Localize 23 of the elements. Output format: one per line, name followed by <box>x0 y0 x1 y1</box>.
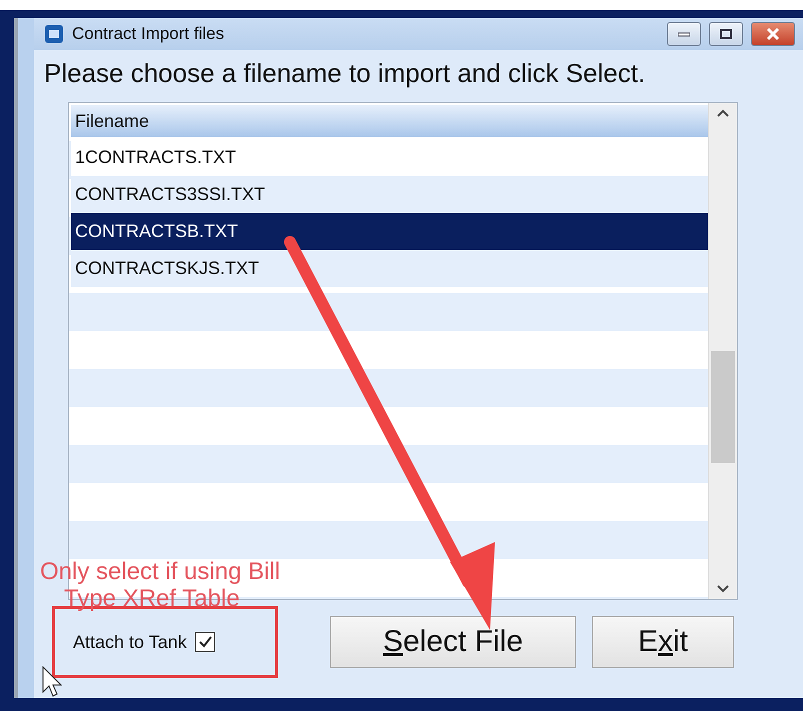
close-button[interactable] <box>751 22 795 46</box>
scroll-thumb[interactable] <box>711 351 735 463</box>
mouse-cursor-icon <box>42 666 62 698</box>
annotation-note: Only select if using Bill Type XRef Table <box>40 558 280 612</box>
file-row[interactable]: 1CONTRACTS.TXT <box>71 139 708 176</box>
maximize-icon <box>720 29 732 39</box>
minimize-button[interactable] <box>667 22 701 46</box>
select-file-button[interactable]: Select File <box>330 616 576 668</box>
app-icon <box>44 24 64 44</box>
checkmark-icon <box>198 636 212 648</box>
window-title: Contract Import files <box>72 24 226 44</box>
file-row[interactable]: CONTRACTS3SSI.TXT <box>71 176 708 213</box>
close-icon <box>766 28 780 40</box>
file-row[interactable]: CONTRACTSB.TXT <box>71 213 708 250</box>
column-header[interactable]: Filename <box>71 105 708 137</box>
scroll-down-icon[interactable] <box>717 585 729 593</box>
attach-checkbox[interactable]: Attach to Tank <box>73 632 215 652</box>
instruction-text: Please choose a filename to import and click Select. <box>43 57 646 90</box>
scroll-up-icon[interactable] <box>717 109 729 117</box>
exit-button[interactable]: Exit <box>592 616 734 668</box>
scrollbar[interactable] <box>708 103 737 599</box>
maximize-button[interactable] <box>709 22 743 46</box>
minimize-icon <box>678 31 690 37</box>
